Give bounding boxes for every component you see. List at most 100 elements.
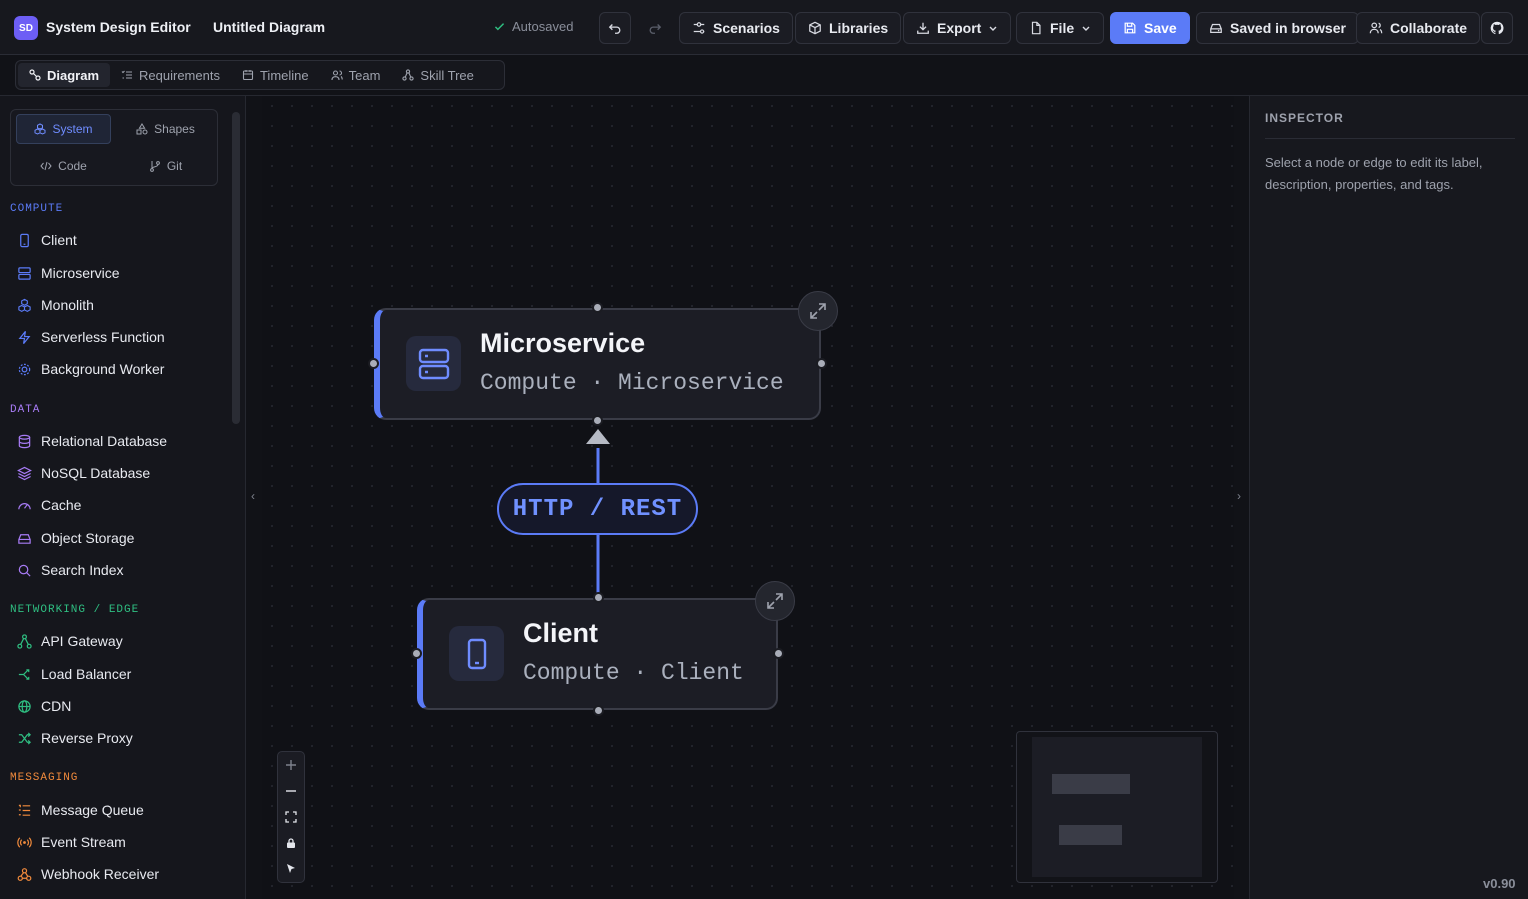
node-handle-right[interactable] [816, 358, 827, 369]
palette-scrollbar[interactable] [232, 112, 240, 424]
save-button[interactable]: Save [1110, 12, 1190, 44]
redo-icon [649, 24, 662, 34]
file-button[interactable]: File [1016, 12, 1105, 44]
cog-icon [18, 363, 31, 375]
plus-icon [286, 760, 296, 770]
node-handle-top[interactable] [593, 592, 604, 603]
palette-item-object-storage[interactable]: Object Storage [17, 528, 134, 548]
palette-item-api-gateway[interactable]: API Gateway [17, 631, 123, 651]
undo-button[interactable] [599, 12, 631, 44]
tab-requirements[interactable]: Requirements [110, 63, 231, 87]
fit-view-button[interactable] [278, 804, 304, 830]
node-subtitle: Compute · Client [523, 660, 744, 686]
node-handle-left[interactable] [411, 648, 422, 659]
collapse-right-panel-icon[interactable]: › [1237, 489, 1241, 503]
hard-drive-icon [1210, 23, 1222, 33]
node-handle-bottom[interactable] [592, 415, 603, 426]
github-button[interactable] [1481, 12, 1513, 44]
zoom-in-button[interactable] [278, 752, 304, 778]
select-tool-button[interactable] [278, 856, 304, 882]
download-icon [917, 22, 929, 34]
inspector-hint: Select a node or edge to edit its label,… [1265, 155, 1483, 192]
palette-item-client[interactable]: Client [17, 230, 77, 250]
boxes-icon [18, 298, 31, 312]
export-button[interactable]: Export [903, 12, 1012, 44]
zap-icon [18, 330, 31, 344]
palette-item-message-queue[interactable]: Message Queue [17, 800, 144, 820]
palette-system-button[interactable]: System [16, 114, 111, 144]
palette-git-button[interactable]: Git [118, 151, 213, 181]
node-microservice[interactable]: Microservice Compute · Microservice [374, 308, 821, 420]
save-icon [1124, 22, 1136, 34]
palette-item-event-stream[interactable]: Event Stream [17, 832, 126, 852]
save-label: Save [1144, 20, 1177, 36]
palette-item-webhook-receiver[interactable]: Webhook Receiver [17, 864, 159, 884]
list-checks-icon [121, 70, 133, 79]
chevron-down-icon [1082, 26, 1090, 31]
palette-item-search-index[interactable]: Search Index [17, 560, 124, 580]
node-handle-top[interactable] [592, 302, 603, 313]
edge-label[interactable]: HTTP / REST [497, 483, 698, 535]
libraries-button[interactable]: Libraries [795, 12, 902, 44]
palette-item-label: Client [41, 232, 77, 248]
palette-item-nosql-database[interactable]: NoSQL Database [17, 463, 150, 483]
palette-item-microservice[interactable]: Microservice [17, 263, 120, 283]
scenarios-button[interactable]: Scenarios [679, 12, 793, 44]
palette-code-label: Code [58, 159, 87, 173]
palette-item-cache[interactable]: Cache [17, 495, 81, 515]
node-client[interactable]: Client Compute · Client [417, 598, 778, 710]
scenarios-icon [693, 22, 705, 34]
palette-item-serverless-function[interactable]: Serverless Function [17, 327, 165, 347]
palette-item-label: Webhook Receiver [41, 866, 160, 882]
palette-item-load-balancer[interactable]: Load Balancer [17, 664, 131, 684]
zoom-out-button[interactable] [278, 778, 304, 804]
palette-shapes-button[interactable]: Shapes [118, 114, 213, 144]
layers-icon [17, 466, 32, 480]
palette-item-label: Event Stream [41, 834, 126, 850]
users-icon [1369, 22, 1383, 34]
palette-item-cdn[interactable]: CDN [17, 696, 71, 716]
list-ordered-icon [18, 804, 31, 816]
expand-node-button[interactable] [798, 291, 838, 331]
package-icon [809, 21, 821, 35]
tab-diagram[interactable]: Diagram [18, 63, 111, 87]
lock-button[interactable] [278, 830, 304, 856]
shuffle-icon [18, 731, 31, 745]
check-icon [494, 23, 505, 31]
node-handle-right[interactable] [773, 648, 784, 659]
minimap[interactable] [1016, 731, 1218, 883]
tab-team[interactable]: Team [320, 63, 392, 87]
hard-drive-icon [18, 533, 31, 544]
redo-button[interactable] [639, 12, 671, 44]
view-tabs: Diagram Requirements Timeline Team Skill… [15, 60, 505, 90]
expand-node-button[interactable] [755, 581, 795, 621]
boxes-icon [34, 123, 46, 135]
saved-in-browser-button[interactable]: Saved in browser [1196, 12, 1359, 44]
palette-item-label: Background Worker [41, 361, 165, 377]
node-subtitle: Compute · Microservice [480, 370, 784, 396]
palette-item-monolith[interactable]: Monolith [17, 295, 94, 315]
palette-item-label: Microservice [41, 265, 120, 281]
node-title: Microservice [480, 328, 646, 358]
minimap-view [1032, 737, 1202, 877]
server-icon [18, 266, 31, 280]
palette-item-label: Monolith [41, 297, 94, 313]
node-handle-left[interactable] [368, 358, 379, 369]
node-handle-bottom[interactable] [593, 705, 604, 716]
tab-timeline-label: Timeline [259, 67, 309, 83]
autosave-status: Autosaved [493, 19, 573, 34]
palette-item-background-worker[interactable]: Background Worker [17, 359, 164, 379]
palette-item-reverse-proxy[interactable]: Reverse Proxy [17, 728, 133, 748]
collaborate-button[interactable]: Collaborate [1356, 12, 1481, 44]
palette-code-button[interactable]: Code [16, 151, 111, 181]
document-title[interactable]: Untitled Diagram [213, 19, 325, 35]
tab-timeline[interactable]: Timeline [231, 63, 320, 87]
autosave-label: Autosaved [512, 19, 574, 34]
globe-icon [18, 699, 31, 713]
collapse-left-panel-icon[interactable]: ‹ [251, 489, 255, 503]
tab-skill-tree[interactable]: Skill Tree [391, 63, 484, 87]
palette-item-relational-database[interactable]: Relational Database [17, 431, 167, 451]
node-title: Client [523, 618, 599, 648]
palette-item-label: CDN [41, 698, 72, 714]
palette-item-label: Relational Database [41, 433, 168, 449]
